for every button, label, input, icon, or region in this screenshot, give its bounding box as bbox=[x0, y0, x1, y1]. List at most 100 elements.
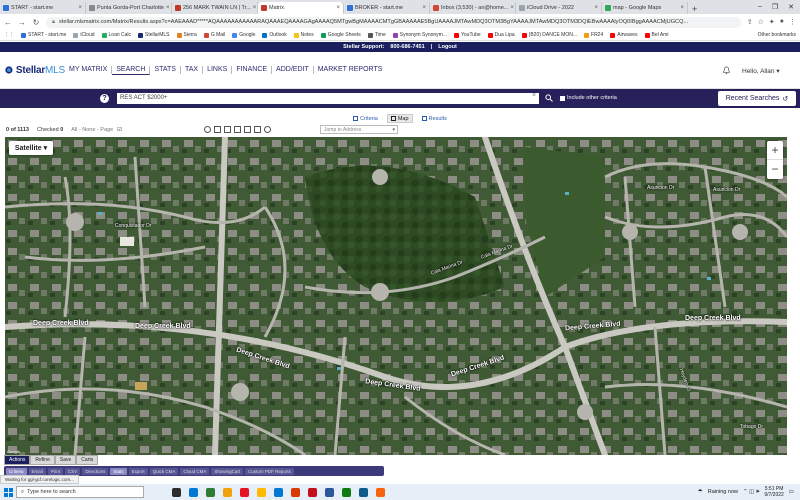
extensions-icon[interactable]: ✦ bbox=[769, 18, 775, 26]
action-button[interactable]: Criteria bbox=[6, 467, 27, 475]
include-other-criteria[interactable]: Include other criteria bbox=[560, 95, 617, 101]
search-input[interactable]: RES ACT $2000+ bbox=[117, 93, 539, 104]
taskbar-app-icon[interactable] bbox=[189, 487, 198, 497]
share-icon[interactable]: ⇪ bbox=[747, 18, 753, 26]
map-view[interactable]: Deep Creek Blvd Deep Creek Blvd Deep Cre… bbox=[5, 137, 787, 455]
action-button[interactable]: Email bbox=[28, 467, 46, 475]
bell-icon[interactable] bbox=[722, 66, 731, 75]
view-tab[interactable]: Results bbox=[419, 114, 450, 123]
browser-tab[interactable]: Punta Gorda-Port Charlotte × bbox=[86, 2, 172, 14]
minimize-icon[interactable]: – bbox=[758, 3, 762, 11]
taskbar-app-icon[interactable] bbox=[274, 487, 283, 497]
other-bookmarks[interactable]: Other bookmarks bbox=[758, 32, 796, 38]
bookmark-item[interactable]: Loan Calc bbox=[101, 32, 131, 38]
forward-icon[interactable]: → bbox=[18, 18, 26, 27]
browser-tab[interactable]: BROKER - start.me × bbox=[344, 2, 430, 14]
action-button[interactable]: CSV bbox=[65, 467, 81, 475]
close-tab-icon[interactable]: × bbox=[422, 5, 426, 11]
support-phone[interactable]: 800-686-7451 bbox=[390, 44, 424, 50]
view-tab[interactable]: Map bbox=[386, 114, 413, 123]
close-tab-icon[interactable]: × bbox=[594, 5, 598, 11]
taskbar-search[interactable]: ⌕ Type here to search bbox=[16, 486, 144, 498]
action-button[interactable]: Directions bbox=[82, 467, 109, 475]
close-window-icon[interactable]: ✕ bbox=[788, 3, 794, 11]
star-icon[interactable]: ☆ bbox=[758, 18, 764, 26]
check-all-icon[interactable]: ☑ bbox=[117, 127, 122, 133]
nav-item[interactable]: ADD/EDIT bbox=[272, 66, 314, 74]
include-checkbox[interactable] bbox=[560, 95, 565, 101]
bookmark-item[interactable]: START - start.me bbox=[21, 32, 66, 38]
zoom-out-button[interactable]: − bbox=[767, 160, 783, 179]
recent-searches-button[interactable]: Recent Searches ↺ bbox=[718, 91, 796, 106]
action-tab[interactable]: Carts bbox=[76, 455, 99, 465]
profile-icon[interactable]: ● bbox=[780, 18, 784, 26]
nav-item[interactable]: MARKET REPORTS bbox=[314, 66, 387, 74]
close-tab-icon[interactable]: × bbox=[336, 5, 340, 11]
bookmark-item[interactable]: Bel Ami bbox=[644, 32, 669, 38]
action-button[interactable]: ShowingCart bbox=[211, 467, 244, 475]
erase-tool-icon[interactable] bbox=[254, 126, 261, 133]
action-button[interactable]: Stats bbox=[110, 467, 127, 475]
action-tab[interactable]: Actions bbox=[4, 455, 31, 465]
new-tab-button[interactable]: + bbox=[688, 4, 701, 14]
stellar-logo[interactable]: StellarMLS bbox=[5, 64, 65, 76]
taskbar-app-icon[interactable] bbox=[223, 487, 232, 497]
action-button[interactable]: Custom PDF Reports bbox=[245, 467, 294, 475]
action-button[interactable]: Cloud CMA bbox=[180, 467, 210, 475]
taskbar-app-icon[interactable] bbox=[172, 487, 181, 497]
close-tab-icon[interactable]: × bbox=[680, 5, 684, 11]
bookmark-item[interactable]: G Mail bbox=[203, 32, 225, 38]
reload-icon[interactable]: ↻ bbox=[32, 18, 40, 27]
close-tab-icon[interactable]: × bbox=[78, 5, 82, 11]
url-field[interactable]: 🔒︎ stellar.mlsmatrix.com/Matrix/Results.… bbox=[46, 16, 741, 28]
user-menu[interactable]: Hello, Allan ▾ bbox=[742, 67, 780, 75]
clear-search-icon[interactable]: × bbox=[532, 92, 536, 99]
logout-link[interactable]: Logout bbox=[438, 44, 457, 50]
back-icon[interactable]: ← bbox=[4, 18, 12, 27]
taskbar-app-icon[interactable] bbox=[240, 487, 249, 497]
browser-tab[interactable]: Inbox (3,530) - an@home... × bbox=[430, 2, 516, 14]
windows-start-icon[interactable] bbox=[0, 484, 16, 500]
settings-tool-icon[interactable] bbox=[264, 126, 271, 133]
menu-icon[interactable]: ⋮ bbox=[789, 18, 796, 26]
action-button[interactable]: Export bbox=[128, 467, 148, 475]
close-tab-icon[interactable]: × bbox=[253, 5, 257, 11]
bookmark-item[interactable]: Google Sheets bbox=[320, 32, 361, 38]
bookmark-item[interactable]: (B20) DANCE MON... bbox=[521, 32, 577, 38]
close-tab-icon[interactable]: × bbox=[510, 5, 514, 11]
pencil-tool-icon[interactable] bbox=[234, 126, 241, 133]
action-button[interactable]: Print bbox=[47, 467, 64, 475]
circle-tool-icon[interactable] bbox=[204, 126, 211, 133]
nav-item[interactable]: MY MATRIX bbox=[65, 66, 113, 74]
action-tab[interactable]: Refine bbox=[30, 455, 55, 465]
bookmark-item[interactable]: StellarMLS bbox=[138, 32, 170, 38]
bookmark-item[interactable]: Synonym Synonym... bbox=[392, 32, 447, 38]
nav-item[interactable]: SEARCH bbox=[112, 65, 151, 75]
taskbar-app-icon[interactable] bbox=[325, 487, 334, 497]
map-type-button[interactable]: Satellite ▾ bbox=[9, 141, 53, 155]
jump-to-address-select[interactable]: Jump to Address bbox=[320, 125, 398, 134]
tray-icons[interactable]: ⌃ ◫ 🕪︎ bbox=[743, 489, 759, 496]
bookmark-item[interactable]: Google bbox=[232, 32, 255, 38]
taskbar-app-icon[interactable] bbox=[359, 487, 368, 497]
bookmark-item[interactable]: Outlook bbox=[262, 32, 287, 38]
polygon-tool-icon[interactable] bbox=[224, 126, 231, 133]
clock[interactable]: 5:51 PM 9/7/2022 bbox=[764, 486, 783, 498]
taskbar-app-icon[interactable] bbox=[206, 487, 215, 497]
browser-tab[interactable]: 256 MARK TWAIN LN | Tr... × bbox=[172, 2, 258, 14]
layers-tool-icon[interactable] bbox=[244, 126, 251, 133]
bookmark-item[interactable]: YouTube bbox=[454, 32, 481, 38]
taskbar-app-icon[interactable] bbox=[291, 487, 300, 497]
bookmark-item[interactable]: Time bbox=[367, 32, 386, 38]
taskbar-app-icon[interactable] bbox=[342, 487, 351, 497]
maximize-icon[interactable]: ❐ bbox=[772, 3, 778, 11]
browser-tab[interactable]: iCloud Drive - 2022 × bbox=[516, 2, 602, 14]
apps-icon[interactable]: ⋮⋮ bbox=[4, 32, 14, 38]
nav-item[interactable]: FINANCE bbox=[232, 66, 273, 74]
bookmark-item[interactable]: Sierra bbox=[176, 32, 197, 38]
rectangle-tool-icon[interactable] bbox=[214, 126, 221, 133]
nav-item[interactable]: TAX bbox=[181, 66, 204, 74]
search-icon[interactable] bbox=[545, 94, 553, 102]
nav-item[interactable]: LINKS bbox=[203, 66, 233, 74]
bookmark-item[interactable]: iCloud bbox=[73, 32, 95, 38]
